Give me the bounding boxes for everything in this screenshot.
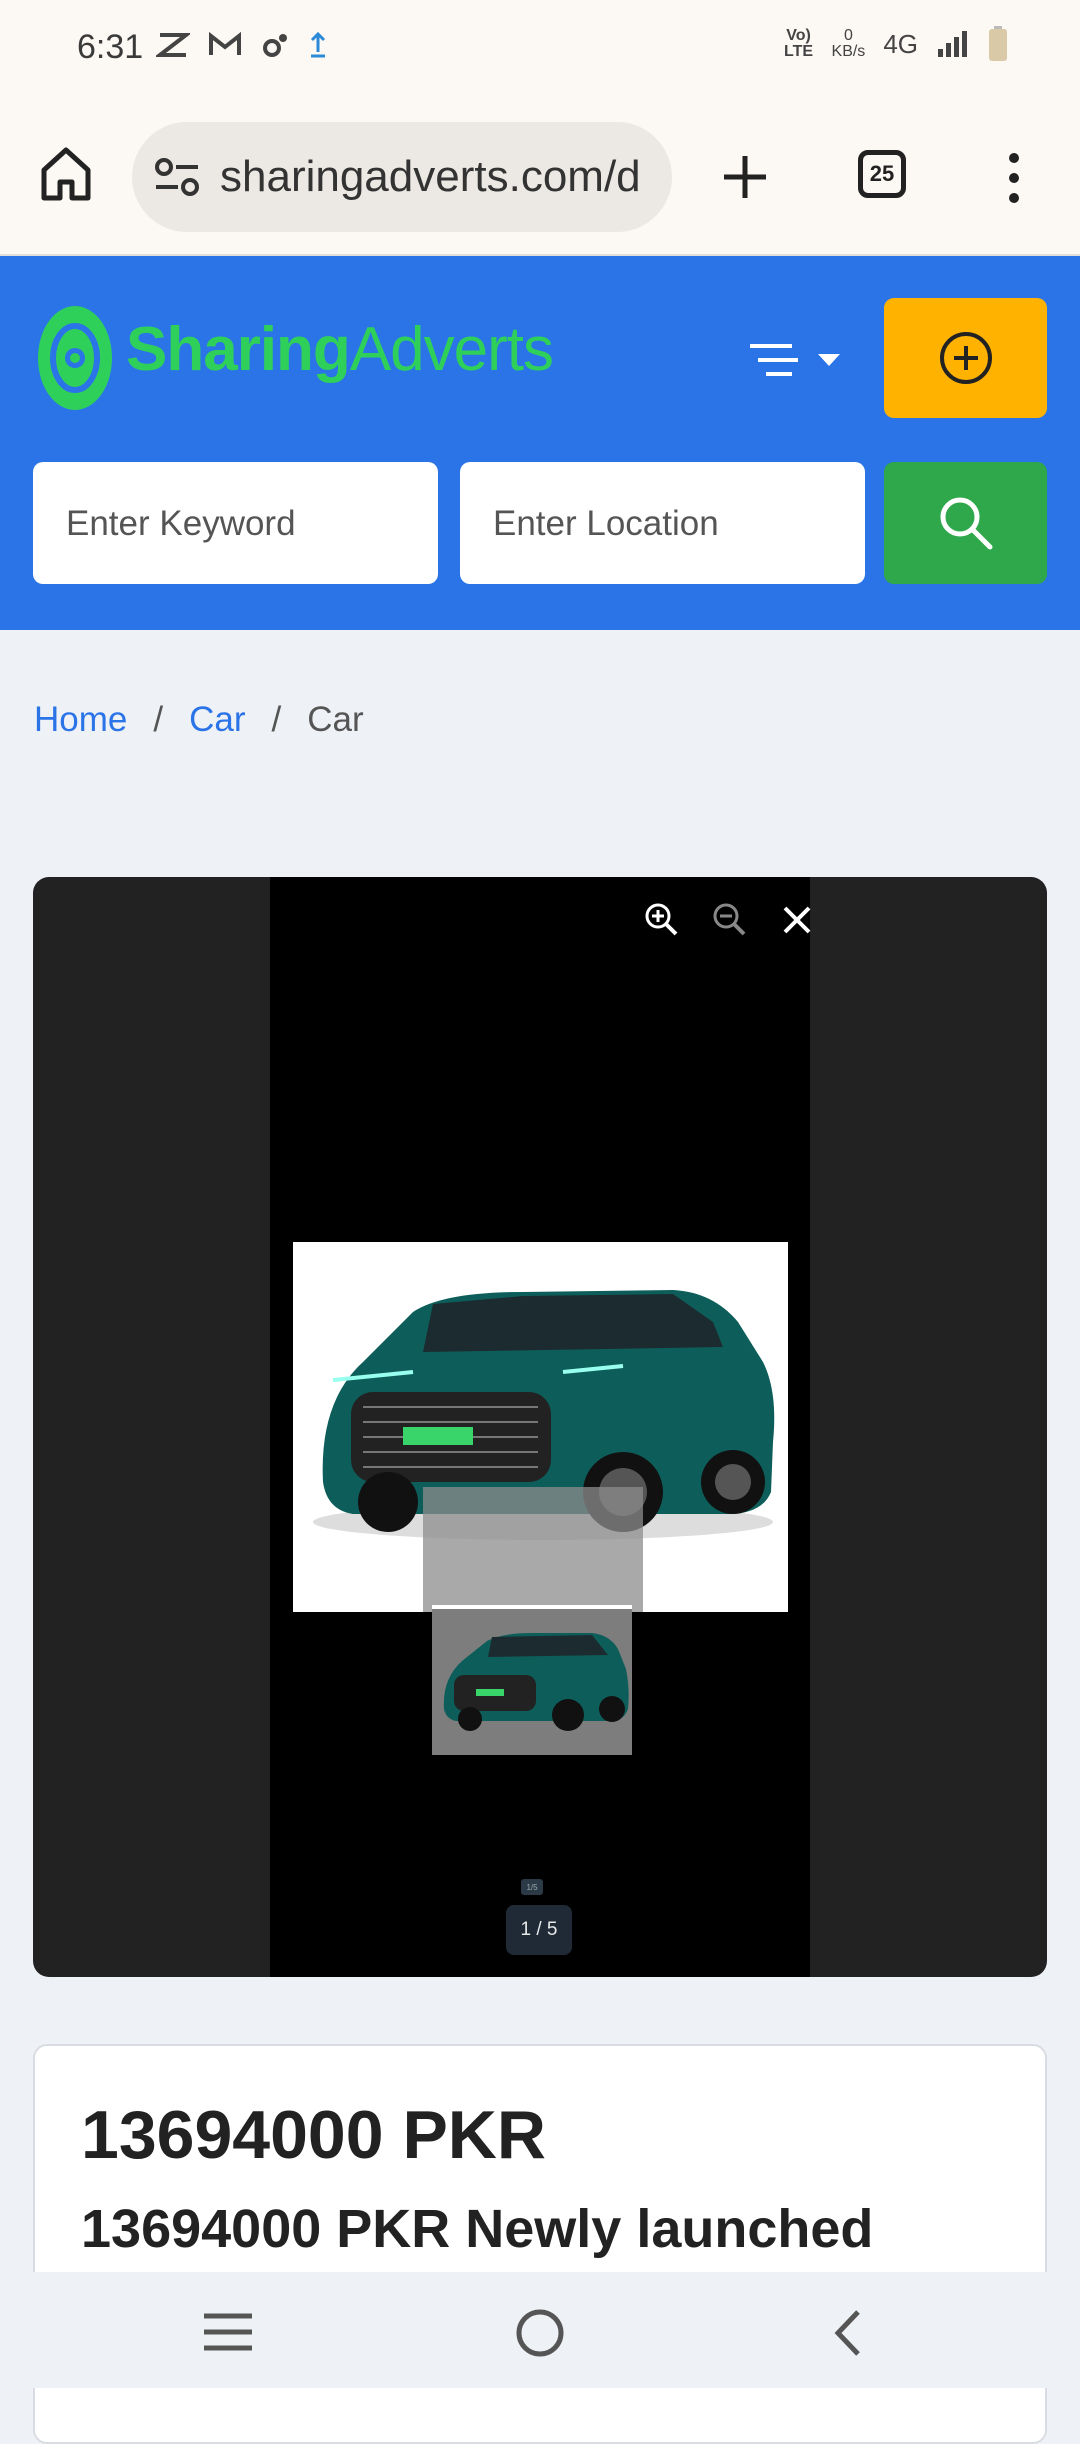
address-bar[interactable]: sharingadverts.com/d	[132, 122, 672, 232]
menu-dropdown-button[interactable]	[748, 340, 840, 384]
status-notification-icons	[156, 30, 328, 60]
new-tab-icon[interactable]	[720, 152, 770, 202]
counter-tooltip: 1/5	[521, 1879, 543, 1895]
listing-title: 13694000 PKR Newly launched	[81, 2199, 874, 2259]
car-thumbnail-photo	[443, 1633, 629, 1731]
site-settings-icon[interactable]	[154, 157, 200, 197]
post-ad-button[interactable]	[884, 298, 1047, 418]
settings-sync-icon	[263, 34, 287, 57]
url-text[interactable]: sharingadverts.com/d	[220, 152, 660, 202]
location-placeholder: Enter Location	[493, 504, 719, 543]
system-nav-bar	[0, 2272, 1080, 2388]
keyword-input[interactable]: Enter Keyword	[33, 462, 438, 584]
close-icon[interactable]	[782, 905, 812, 935]
breadcrumb-current: Car	[307, 700, 364, 739]
thumbnail-image[interactable]	[432, 1605, 632, 1755]
more-menu-icon[interactable]	[1004, 150, 1024, 206]
image-gallery: 1/5 1 / 5	[33, 877, 1047, 1977]
breadcrumb-home[interactable]: Home	[34, 700, 127, 740]
zoom-in-icon[interactable]	[643, 901, 679, 937]
add-circle-icon	[939, 332, 992, 384]
upload-icon	[310, 31, 326, 58]
back-icon[interactable]	[832, 2308, 862, 2358]
image-counter: 1 / 5	[506, 1905, 572, 1955]
status-time: 6:31	[77, 28, 144, 66]
chevron-down-icon	[818, 354, 840, 366]
network-type: 4G	[883, 28, 918, 59]
data-speed: 0 KB/s	[831, 27, 866, 60]
browser-toolbar: sharingadverts.com/d 25	[0, 100, 1080, 256]
search-icon	[940, 497, 992, 550]
menu-lines-icon	[750, 344, 798, 376]
site-logo-icon[interactable]	[36, 304, 114, 412]
notification-icon	[156, 33, 190, 57]
recent-apps-icon[interactable]	[202, 2312, 254, 2352]
keyword-placeholder: Enter Keyword	[66, 504, 296, 543]
breadcrumb-separator: /	[271, 700, 282, 739]
image-hover-overlay	[423, 1487, 643, 1612]
status-system-icons: Vo) LTE 0 KB/s 4G	[784, 26, 1008, 62]
site-logo-text[interactable]: SharingAdverts	[126, 314, 554, 385]
home-icon[interactable]	[40, 146, 92, 202]
status-bar: 6:31 Vo) LTE 0 KB/s 4G	[0, 0, 1080, 100]
breadcrumb-category[interactable]: Car	[189, 700, 245, 740]
site-header: SharingAdverts Enter Keyword Enter Locat…	[0, 256, 1080, 630]
location-input[interactable]: Enter Location	[460, 462, 865, 584]
tab-switcher-button[interactable]: 25	[858, 150, 906, 198]
lightbox-viewer[interactable]: 1/5 1 / 5	[270, 877, 812, 1977]
breadcrumb: Home / Car / Car	[34, 700, 364, 740]
volte-indicator: Vo) LTE	[784, 27, 814, 60]
signal-icon	[938, 31, 967, 57]
zoom-out-icon[interactable]	[711, 901, 747, 937]
home-nav-icon[interactable]	[515, 2308, 565, 2358]
listing-price: 13694000 PKR	[81, 2097, 547, 2173]
breadcrumb-separator: /	[153, 700, 164, 739]
gmail-icon	[209, 31, 241, 55]
battery-icon	[989, 26, 1007, 61]
search-button[interactable]	[884, 462, 1047, 584]
